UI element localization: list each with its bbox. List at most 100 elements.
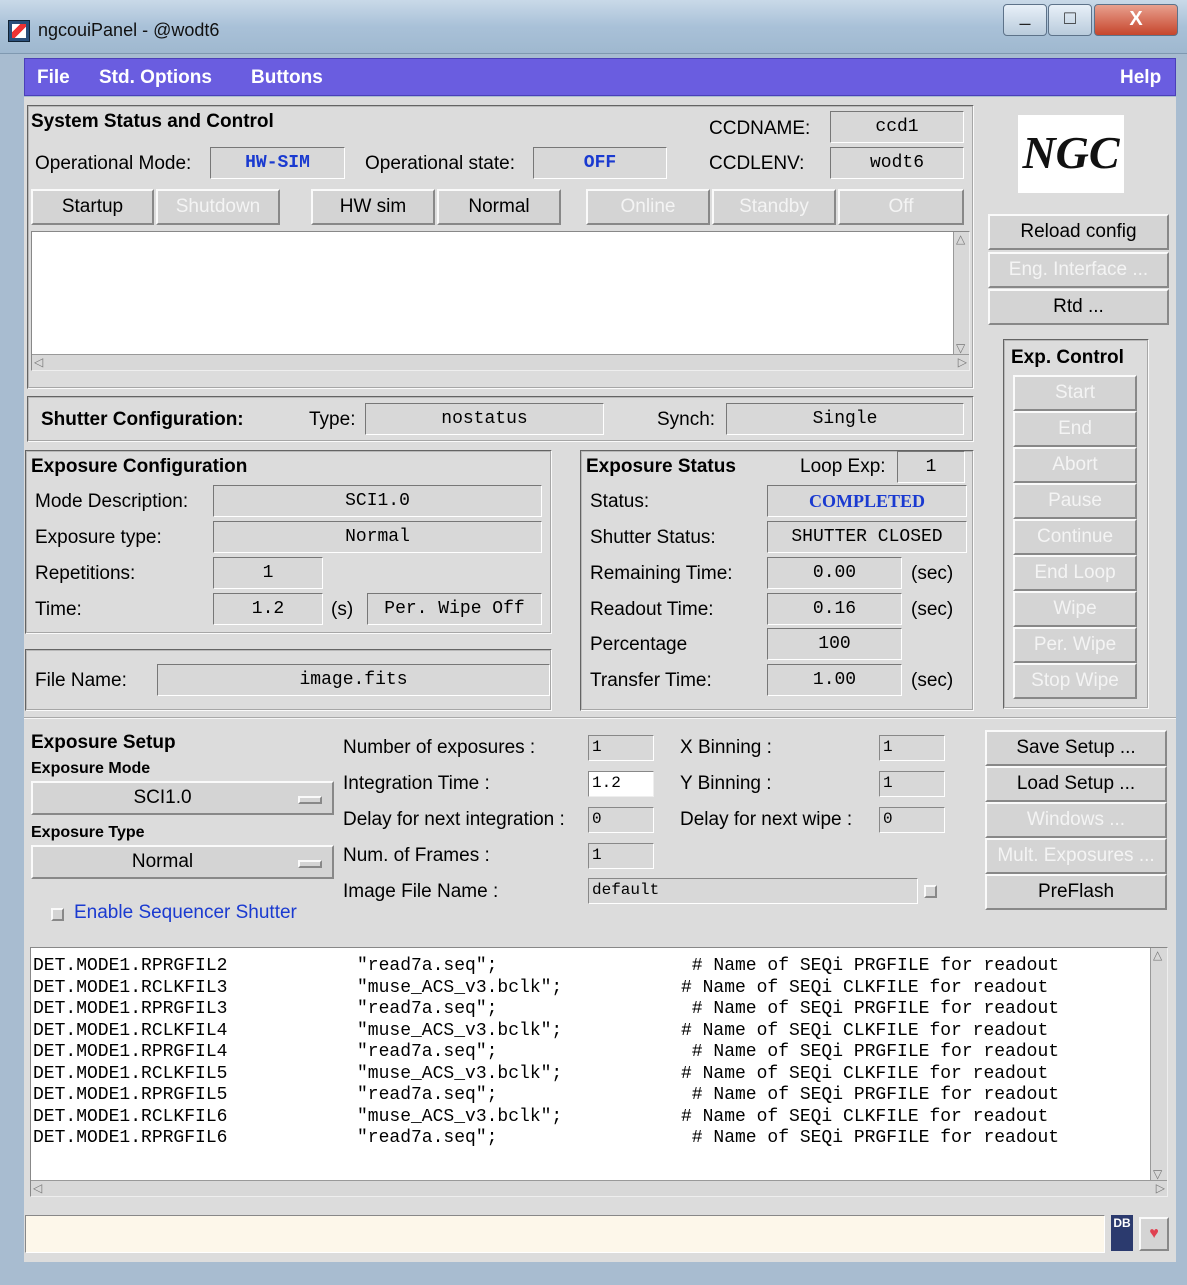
mode-description-field: SCI1.0	[213, 485, 542, 517]
menu-std-options[interactable]: Std. Options	[99, 67, 212, 89]
continue-button[interactable]: Continue	[1013, 519, 1137, 555]
remaining-time-unit: (sec)	[911, 563, 954, 584]
scroll-down-icon[interactable]: ▽	[956, 341, 965, 355]
delay-wipe-input[interactable]: 0	[879, 807, 945, 833]
repetitions-field: 1	[213, 557, 323, 589]
exposure-type-value: Normal	[131, 851, 194, 872]
exp-control-heading: Exp. Control	[1011, 347, 1124, 368]
scroll-left-icon[interactable]: ◁	[34, 355, 43, 369]
scroll-right-icon[interactable]: ▷	[958, 355, 967, 369]
loop-exp-field: 1	[897, 451, 965, 483]
eng-interface-button[interactable]: Eng. Interface ...	[988, 252, 1169, 288]
image-file-input[interactable]: default	[588, 878, 918, 904]
config-comment: # Name of SEQi CLKFILE for readout	[681, 1020, 1049, 1041]
startup-button[interactable]: Startup	[31, 189, 154, 225]
config-comment: # Name of SEQi PRGFILE for readout	[681, 956, 1060, 976]
close-button[interactable]: X	[1094, 4, 1178, 36]
pause-button[interactable]: Pause	[1013, 483, 1137, 519]
config-key: DET.MODE1.RCLKFIL3	[33, 977, 228, 998]
hw-sim-button[interactable]: HW sim	[311, 189, 435, 225]
ccdname-field: ccd1	[830, 111, 964, 143]
system-log-area[interactable]: △ ▽ ◁ ▷	[31, 231, 970, 371]
reload-config-button[interactable]: Reload config	[988, 214, 1169, 250]
config-comment: # Name of SEQi PRGFILE for readout	[681, 999, 1060, 1019]
readout-time-label: Readout Time:	[590, 599, 714, 620]
heart-icon[interactable]: ♥	[1139, 1217, 1169, 1251]
menu-file[interactable]: File	[37, 67, 70, 89]
op-state-label: Operational state:	[365, 153, 515, 174]
config-horizontal-scrollbar[interactable]: ◁ ▷	[31, 1180, 1167, 1196]
mult-exposures-button[interactable]: Mult. Exposures ...	[985, 838, 1167, 874]
transfer-time-label: Transfer Time:	[590, 670, 712, 691]
config-key: DET.MODE1.RCLKFIL4	[33, 1020, 228, 1041]
windows-button[interactable]: Windows ...	[985, 802, 1167, 838]
percentage-label: Percentage	[590, 634, 688, 655]
end-loop-button[interactable]: End Loop	[1013, 555, 1137, 591]
scroll-right-icon[interactable]: ▷	[1156, 1181, 1165, 1195]
online-button[interactable]: Online	[586, 189, 710, 225]
off-button[interactable]: Off	[838, 189, 964, 225]
config-key: DET.MODE1.RCLKFIL6	[33, 1106, 228, 1127]
num-frames-input[interactable]: 1	[588, 843, 654, 869]
end-button[interactable]: End	[1013, 411, 1137, 447]
file-name-field: image.fits	[157, 664, 550, 696]
log-vertical-scrollbar[interactable]: △ ▽	[953, 232, 969, 355]
menu-help[interactable]: Help	[1120, 67, 1161, 89]
start-button[interactable]: Start	[1013, 375, 1137, 411]
scroll-up-icon[interactable]: △	[956, 232, 965, 246]
per-wipe-button[interactable]: Per. Wipe	[1013, 627, 1137, 663]
scroll-left-icon[interactable]: ◁	[33, 1181, 42, 1195]
time-unit-label: (s)	[331, 599, 354, 620]
db-icon[interactable]: DB	[1111, 1215, 1133, 1251]
readout-time-unit: (sec)	[911, 599, 954, 620]
preflash-button[interactable]: PreFlash	[985, 874, 1167, 910]
config-key: DET.MODE1.RPRGFIL4	[33, 1042, 228, 1062]
config-comment: # Name of SEQi PRGFILE for readout	[681, 1128, 1060, 1148]
num-exposures-input[interactable]: 1	[588, 735, 654, 761]
abort-button[interactable]: Abort	[1013, 447, 1137, 483]
scroll-down-icon[interactable]: ▽	[1153, 1167, 1162, 1181]
main-panel: System Status and Control CCDNAME: ccd1 …	[24, 97, 1176, 1262]
config-text-area[interactable]: DET.MODE1.RPRGFIL2 "read7a.seq"; # Name o…	[30, 947, 1168, 1197]
x-binning-input[interactable]: 1	[879, 735, 945, 761]
standby-button[interactable]: Standby	[712, 189, 836, 225]
menu-bar: File Std. Options Buttons Help	[24, 58, 1176, 96]
config-key: DET.MODE1.RPRGFIL3	[33, 999, 228, 1019]
sequencer-shutter-label[interactable]: Enable Sequencer Shutter	[74, 902, 297, 924]
shutter-status-field: SHUTTER CLOSED	[767, 521, 967, 553]
config-comment: # Name of SEQi CLKFILE for readout	[681, 1106, 1049, 1127]
file-name-label: File Name:	[35, 670, 127, 691]
num-frames-label: Num. of Frames :	[343, 845, 490, 866]
scroll-up-icon[interactable]: △	[1153, 948, 1162, 962]
normal-button[interactable]: Normal	[437, 189, 561, 225]
exposure-setup-heading: Exposure Setup	[31, 732, 176, 753]
load-setup-button[interactable]: Load Setup ...	[985, 766, 1167, 802]
config-value: "read7a.seq";	[357, 956, 498, 976]
remaining-time-field: 0.00	[767, 557, 902, 589]
delay-integration-input[interactable]: 0	[588, 807, 654, 833]
config-comment: # Name of SEQi CLKFILE for readout	[681, 977, 1049, 998]
exposure-mode-select[interactable]: SCI1.0	[31, 781, 334, 815]
system-status-heading: System Status and Control	[31, 111, 274, 132]
ngc-logo: NGC	[1018, 115, 1124, 193]
exposure-mode-value: SCI1.0	[133, 787, 192, 808]
rtd-button[interactable]: Rtd ...	[988, 289, 1169, 325]
y-binning-input[interactable]: 1	[879, 771, 945, 797]
stop-wipe-button[interactable]: Stop Wipe	[1013, 663, 1137, 699]
config-vertical-scrollbar[interactable]: △ ▽	[1150, 948, 1167, 1181]
wipe-button[interactable]: Wipe	[1013, 591, 1137, 627]
minimize-button[interactable]: _	[1003, 4, 1047, 36]
menu-buttons[interactable]: Buttons	[251, 67, 323, 89]
integration-time-input[interactable]: 1.2	[588, 771, 654, 797]
save-setup-button[interactable]: Save Setup ...	[985, 730, 1167, 766]
exposure-type-select[interactable]: Normal	[31, 845, 334, 879]
config-value: "muse_ACS_v3.bclk";	[357, 1063, 563, 1084]
shutter-status-label: Shutter Status:	[590, 527, 716, 548]
sequencer-shutter-checkbox[interactable]	[51, 908, 64, 921]
maximize-button[interactable]: □	[1048, 4, 1092, 36]
exposure-mode-label: Exposure Mode	[31, 760, 151, 777]
remaining-time-label: Remaining Time:	[590, 563, 733, 584]
image-file-checkbox[interactable]	[924, 885, 937, 898]
log-horizontal-scrollbar[interactable]: ◁ ▷	[32, 354, 969, 370]
shutdown-button[interactable]: Shutdown	[156, 189, 280, 225]
